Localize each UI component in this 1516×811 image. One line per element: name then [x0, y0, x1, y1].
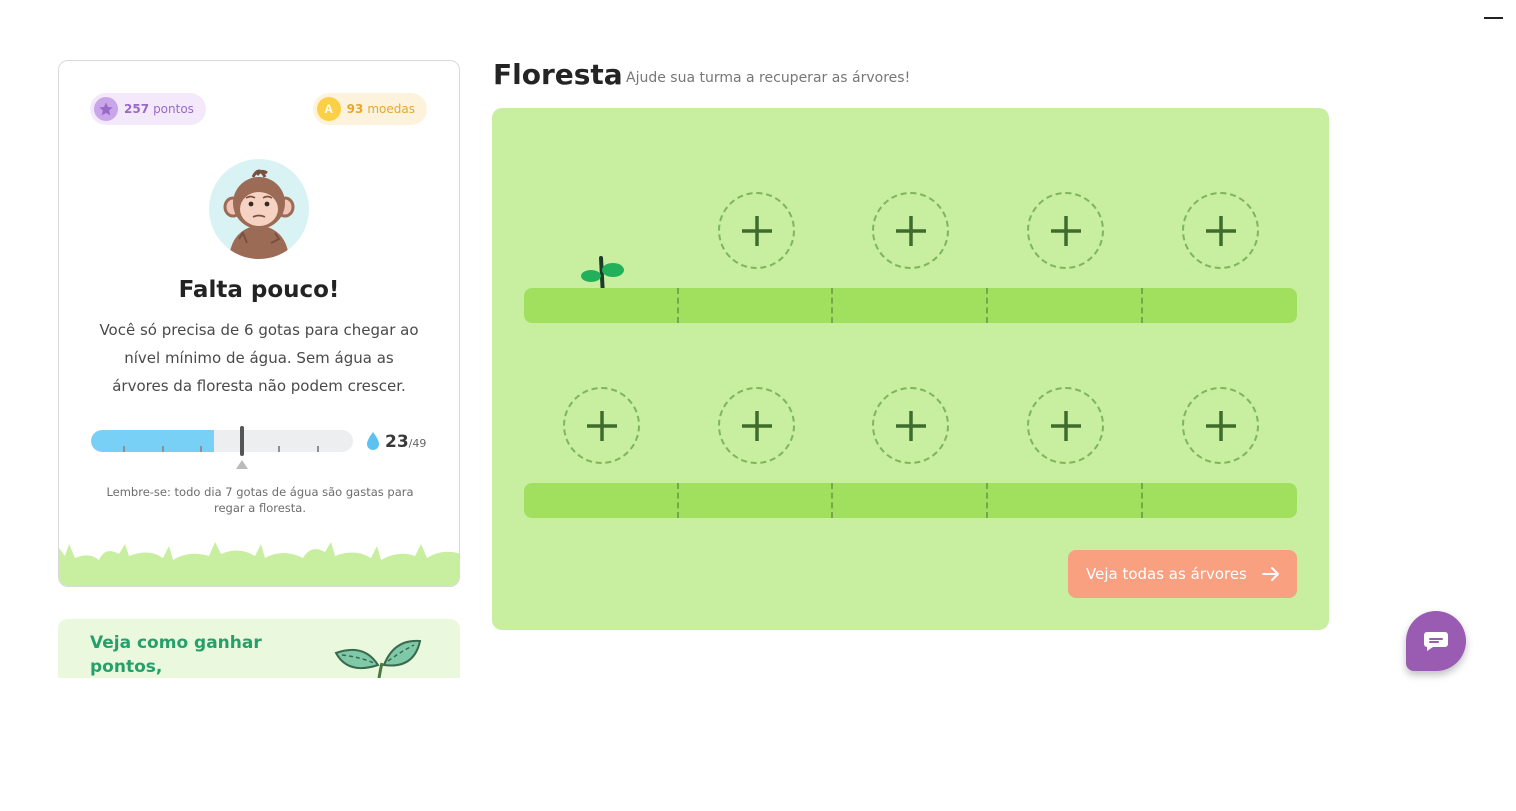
points-value: 257	[124, 102, 150, 116]
coins-badge: A 93 moedas	[312, 93, 427, 125]
status-title: Falta pouco!	[178, 277, 340, 303]
arrow-right-icon	[1262, 567, 1279, 581]
plus-icon	[1050, 410, 1081, 441]
plant-icon	[334, 639, 422, 678]
water-count: 23/49	[385, 432, 426, 452]
grass-decoration	[59, 542, 459, 586]
promo-card[interactable]: Veja como ganhar pontos,	[58, 619, 460, 678]
minimum-level-marker	[240, 426, 244, 456]
status-text: Você só precisa de 6 gotas para chegar a…	[99, 321, 419, 395]
plus-icon	[1050, 215, 1081, 246]
chat-button[interactable]	[1406, 611, 1466, 671]
add-tree-slot[interactable]	[872, 387, 949, 464]
water-progress-fill	[91, 430, 215, 452]
add-tree-slot[interactable]	[563, 387, 640, 464]
drop-icon	[365, 431, 381, 455]
points-label: pontos	[153, 102, 194, 116]
forest-subtitle: Ajude sua turma a recuperar as árvores!	[626, 70, 911, 86]
plus-icon	[1205, 215, 1236, 246]
bar-tick	[200, 446, 202, 452]
plus-icon	[586, 410, 617, 441]
add-tree-slot[interactable]	[872, 192, 949, 269]
add-tree-slot[interactable]	[1182, 387, 1259, 464]
water-current: 23	[385, 432, 409, 452]
forest-area: Veja todas as árvores	[492, 108, 1329, 630]
plus-icon	[741, 410, 772, 441]
see-all-trees-button[interactable]: Veja todas as árvores	[1068, 550, 1297, 598]
add-tree-slot[interactable]	[1027, 192, 1104, 269]
plus-icon	[895, 215, 926, 246]
coins-value: 93	[346, 102, 364, 116]
ground-row-2	[524, 483, 1297, 530]
plus-icon	[895, 410, 926, 441]
chat-icon	[1424, 632, 1448, 651]
forest-title: Floresta	[493, 58, 623, 91]
points-badge: 257 pontos	[90, 93, 206, 125]
plus-icon	[741, 215, 772, 246]
water-max: /49	[408, 437, 427, 450]
coin-icon: A	[316, 97, 341, 121]
minimize-button[interactable]	[1484, 17, 1503, 19]
add-tree-slot[interactable]	[1027, 387, 1104, 464]
status-card: 257 pontos A 93 moedas Falta pouco! Você…	[58, 60, 460, 587]
see-all-trees-label: Veja todas as árvores	[1086, 565, 1247, 583]
plus-icon	[1205, 410, 1236, 441]
ground-row-1	[524, 288, 1297, 335]
bar-tick	[317, 446, 319, 452]
monkey-avatar	[209, 159, 309, 259]
water-reminder: Lembre-se: todo dia 7 gotas de água são …	[106, 485, 414, 515]
add-tree-slot[interactable]	[718, 387, 795, 464]
bar-tick	[278, 446, 280, 452]
add-tree-slot[interactable]	[718, 192, 795, 269]
bar-tick	[162, 446, 164, 452]
promo-text: Veja como ganhar pontos,	[90, 633, 262, 677]
water-progress-bar	[91, 430, 353, 452]
minimum-level-pointer	[236, 460, 248, 469]
add-tree-slot[interactable]	[1182, 192, 1259, 269]
coins-label: moedas	[367, 102, 415, 116]
bar-tick	[123, 446, 125, 452]
star-icon	[94, 97, 118, 121]
